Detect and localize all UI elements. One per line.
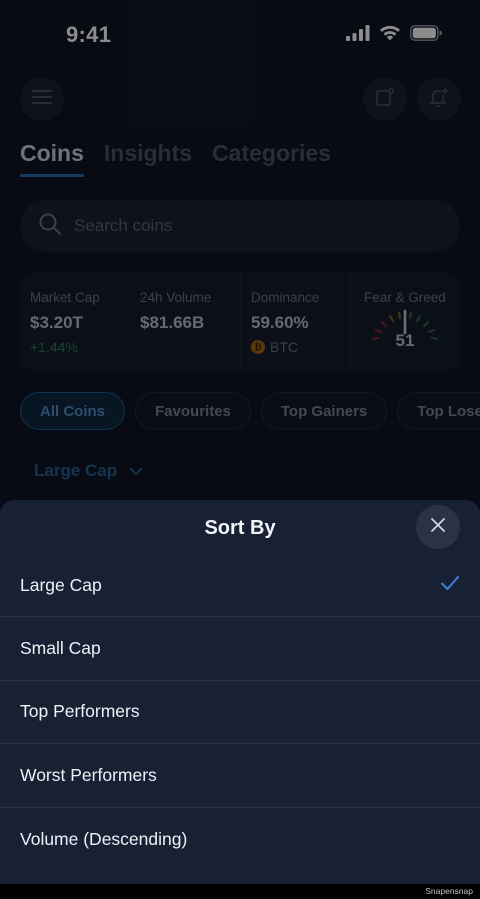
close-icon <box>430 517 446 538</box>
close-sheet-button[interactable] <box>416 505 460 549</box>
sort-option-small-cap[interactable]: Small Cap <box>0 617 480 681</box>
screen: 9:41 Coins Insights Categories Search co… <box>0 0 480 899</box>
sort-option-label: Small Cap <box>20 638 101 659</box>
sheet-title: Sort By <box>204 517 276 539</box>
checkmark-icon <box>440 575 460 596</box>
sort-option-worst-performers[interactable]: Worst Performers <box>0 744 480 808</box>
sort-option-volume-descending[interactable]: Volume (Descending) <box>0 808 480 871</box>
sort-option-large-cap[interactable]: Large Cap <box>0 554 480 618</box>
sort-options-list: Large Cap Small Cap Top Performers Worst… <box>0 554 480 871</box>
sort-option-label: Worst Performers <box>20 764 157 785</box>
sort-option-label: Top Performers <box>20 701 140 722</box>
watermark-text: Snapensnap <box>425 886 473 896</box>
sort-option-label: Volume (Descending) <box>20 828 188 849</box>
sort-option-top-performers[interactable]: Top Performers <box>0 681 480 745</box>
watermark-bar: Snapensnap <box>0 884 480 899</box>
sort-option-label: Large Cap <box>20 574 102 595</box>
